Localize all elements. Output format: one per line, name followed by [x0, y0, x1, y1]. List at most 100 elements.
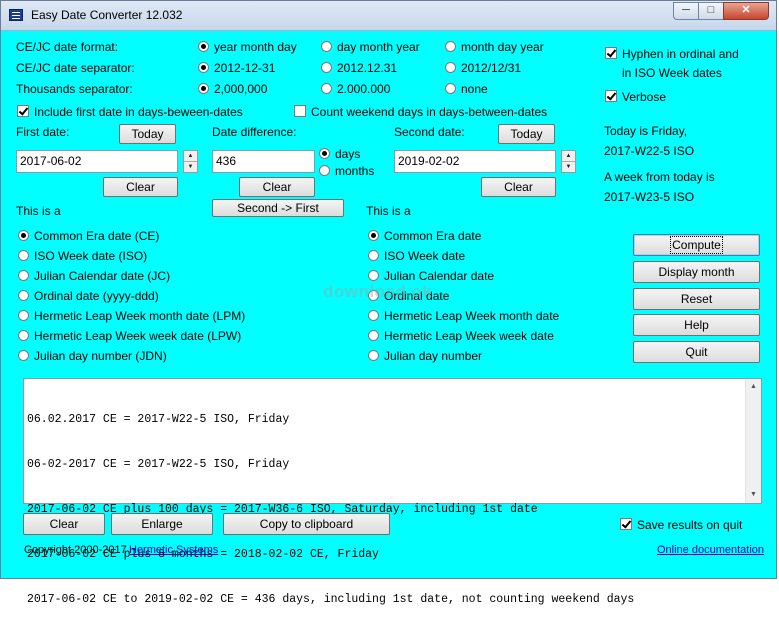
- verbose-checkbox[interactable]: [605, 90, 617, 102]
- result-line: 06.02.2017 CE = 2017-W22-5 ISO, Friday: [27, 413, 290, 426]
- results-textarea[interactable]: 06.02.2017 CE = 2017-W22-5 ISO, Friday 0…: [23, 378, 762, 606]
- first-type-lpw-label: Hermetic Leap Week week date (LPW): [34, 329, 242, 343]
- second-type-iso-radio[interactable]: [368, 250, 379, 261]
- save-results-checkbox[interactable]: [620, 518, 632, 530]
- second-clear-button[interactable]: Clear: [481, 177, 556, 197]
- spin-down-arrow-icon[interactable]: ▼: [562, 162, 575, 172]
- second-to-first-button[interactable]: Second -> First: [212, 199, 344, 217]
- separator-dot-label: 2012.12.31: [337, 61, 398, 75]
- first-type-iso-label: ISO Week date (ISO): [34, 249, 148, 263]
- second-date-label: Second date:: [394, 125, 465, 139]
- first-clear-button[interactable]: Clear: [103, 177, 178, 197]
- watermark: download.ok: [323, 282, 433, 301]
- format-dmy-radio[interactable]: [321, 41, 332, 52]
- date-difference-input[interactable]: 436: [212, 150, 315, 173]
- second-type-jc-radio[interactable]: [368, 270, 379, 281]
- format-ymd-label: year month day: [214, 40, 297, 54]
- format-mdy-radio[interactable]: [445, 41, 456, 52]
- first-type-ce-radio[interactable]: [18, 230, 29, 241]
- results-scrollbar[interactable]: ▲ ▼: [745, 379, 761, 503]
- second-type-lpm-radio[interactable]: [368, 310, 379, 321]
- minimize-button[interactable]: ─: [673, 2, 699, 20]
- online-documentation-link[interactable]: Online documentation: [657, 544, 764, 556]
- first-this-is-a-label: This is a: [16, 204, 61, 218]
- second-this-is-a-label: This is a: [366, 204, 411, 218]
- diff-months-radio[interactable]: [319, 165, 330, 176]
- first-today-button[interactable]: Today: [119, 124, 176, 144]
- include-first-checkbox[interactable]: [17, 105, 29, 117]
- second-date-input[interactable]: 2019-02-02: [394, 150, 556, 173]
- first-date-input[interactable]: 2017-06-02: [16, 150, 178, 173]
- separator-hyphen-label: 2012-12-31: [214, 61, 276, 75]
- diff-clear-button[interactable]: Clear: [239, 177, 315, 197]
- today-iso-text: 2017-W22-5 ISO: [604, 144, 695, 158]
- first-type-iso-radio[interactable]: [18, 250, 29, 261]
- output-clear-button[interactable]: Clear: [23, 513, 105, 535]
- reset-button[interactable]: Reset: [633, 288, 760, 310]
- scroll-up-arrow-icon[interactable]: ▲: [746, 379, 761, 395]
- second-date-spinner[interactable]: ▲ ▼: [561, 150, 576, 173]
- spin-down-arrow-icon[interactable]: ▼: [184, 162, 197, 172]
- week-from-today-text: A week from today is: [604, 170, 715, 184]
- window-title: Easy Date Converter 12.032: [31, 8, 183, 22]
- format-dmy-label: day month year: [337, 40, 420, 54]
- quit-button[interactable]: Quit: [633, 341, 760, 363]
- second-type-jdn-radio[interactable]: [368, 350, 379, 361]
- second-type-lpm-label: Hermetic Leap Week month date: [384, 309, 560, 323]
- format-ymd-radio[interactable]: [198, 41, 209, 52]
- separator-slash-radio[interactable]: [445, 62, 456, 73]
- thousands-comma-radio[interactable]: [198, 83, 209, 94]
- spin-up-arrow-icon[interactable]: ▲: [184, 151, 197, 162]
- thousands-none-radio[interactable]: [445, 83, 456, 94]
- title-bar[interactable]: Easy Date Converter 12.032 ─ □ ✕: [1, 1, 776, 31]
- second-today-button[interactable]: Today: [498, 124, 555, 144]
- date-format-label: CE/JC date format:: [16, 40, 119, 54]
- first-date-spinner[interactable]: ▲ ▼: [183, 150, 198, 173]
- first-type-ordinal-radio[interactable]: [18, 290, 29, 301]
- first-type-ce-label: Common Era date (CE): [34, 229, 160, 243]
- results-lines: 06.02.2017 CE = 2017-W22-5 ISO, Friday 0…: [27, 382, 634, 637]
- app-window: Easy Date Converter 12.032 ─ □ ✕ CE/JC d…: [0, 0, 777, 606]
- first-type-jc-label: Julian Calendar date (JC): [34, 269, 171, 283]
- hyphen-checkbox[interactable]: [605, 47, 617, 59]
- copy-to-clipboard-button[interactable]: Copy to clipboard: [223, 513, 390, 535]
- first-type-jc-radio[interactable]: [18, 270, 29, 281]
- count-weekend-checkbox[interactable]: [294, 105, 306, 117]
- close-button[interactable]: ✕: [723, 2, 769, 20]
- first-date-label: First date:: [16, 125, 70, 139]
- first-type-lpw-radio[interactable]: [18, 330, 29, 341]
- enlarge-button[interactable]: Enlarge: [111, 513, 213, 535]
- first-type-lpm-radio[interactable]: [18, 310, 29, 321]
- maximize-button[interactable]: □: [698, 2, 724, 20]
- date-difference-label: Date difference:: [212, 125, 297, 139]
- second-type-jc-label: Julian Calendar date: [384, 269, 495, 283]
- help-button[interactable]: Help: [633, 314, 760, 336]
- copyright-text: Copyright 2000-2017: [24, 544, 127, 556]
- second-type-jdn-label: Julian day number: [384, 349, 483, 363]
- thousands-label: Thousands separator:: [16, 82, 133, 96]
- second-type-ce-radio[interactable]: [368, 230, 379, 241]
- hermetic-systems-link[interactable]: Hermetic Systems: [129, 544, 218, 556]
- thousands-dot-label: 2.000.000: [337, 82, 391, 96]
- separator-dot-radio[interactable]: [321, 62, 332, 73]
- count-weekend-label: Count weekend days in days-between-dates: [311, 105, 548, 119]
- separator-label: CE/JC date separator:: [16, 61, 135, 75]
- thousands-dot-radio[interactable]: [321, 83, 332, 94]
- calendar-app-icon: [9, 9, 23, 21]
- first-type-jdn-radio[interactable]: [18, 350, 29, 361]
- first-type-ordinal-label: Ordinal date (yyyy-ddd): [34, 289, 159, 303]
- format-mdy-label: month day year: [461, 40, 544, 54]
- diff-days-radio[interactable]: [319, 148, 330, 159]
- first-type-jdn-label: Julian day number (JDN): [34, 349, 167, 363]
- today-is-text: Today is Friday,: [604, 124, 688, 138]
- second-type-lpw-radio[interactable]: [368, 330, 379, 341]
- week-from-today-iso-text: 2017-W23-5 ISO: [604, 190, 695, 204]
- include-first-label: Include first date in days-beween-dates: [34, 105, 243, 119]
- compute-button[interactable]: Compute: [633, 234, 760, 256]
- scroll-down-arrow-icon[interactable]: ▼: [746, 487, 761, 503]
- second-type-lpw-label: Hermetic Leap Week week date: [384, 329, 554, 343]
- spin-up-arrow-icon[interactable]: ▲: [562, 151, 575, 162]
- separator-hyphen-radio[interactable]: [198, 62, 209, 73]
- display-month-button[interactable]: Display month: [633, 261, 760, 283]
- diff-months-label: months: [335, 164, 375, 178]
